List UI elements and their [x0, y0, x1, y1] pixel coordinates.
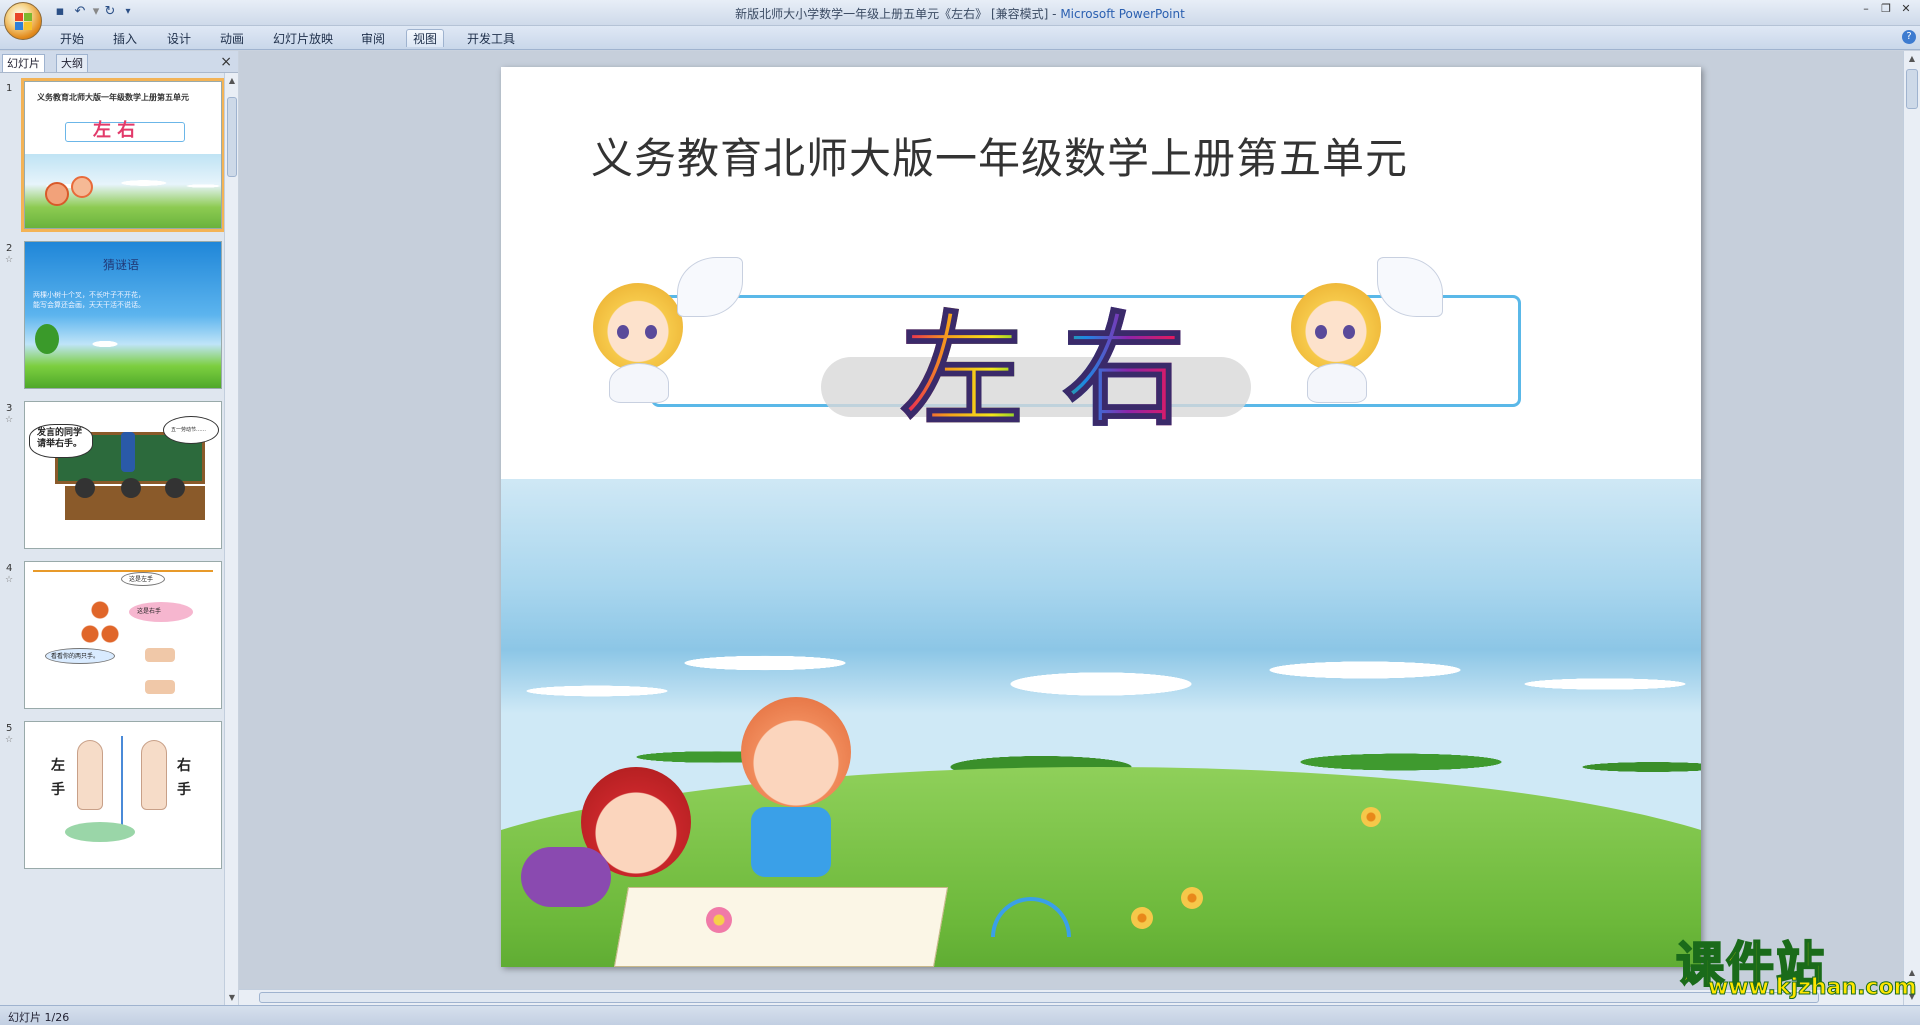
- thumbnail-bubble-2: 五一劳动节……: [171, 427, 207, 433]
- girl-dress: [521, 847, 611, 907]
- animation-star-icon: ☆: [5, 255, 14, 265]
- tab-slides[interactable]: 幻灯片: [2, 54, 45, 72]
- current-slide[interactable]: 义务教育北师大版一年级数学上册第五单元 左右: [501, 67, 1701, 967]
- scroll-up-icon[interactable]: ▲: [1907, 53, 1917, 65]
- animation-star-icon: ☆: [5, 415, 14, 425]
- thumbnail-left-label: 左手: [51, 758, 65, 798]
- angel-right-image: [1287, 277, 1387, 403]
- flower-icon: [1131, 907, 1153, 929]
- flower-icon: [706, 907, 732, 933]
- thumbnail-riddle-line2: 能写会算还会画，天天干活不说话。: [33, 301, 145, 309]
- scroll-thumb[interactable]: [259, 992, 1819, 1003]
- slide-thumbnail[interactable]: 义务教育北师大版一年级数学上册第五单元 左 右: [21, 78, 224, 232]
- thumbnail-right-label: 右手: [177, 758, 191, 798]
- thumbnail-bubble-2: 这是右手: [137, 608, 162, 615]
- scroll-up-icon[interactable]: ▲: [227, 75, 237, 87]
- app-name: Microsoft PowerPoint: [1060, 7, 1185, 21]
- tab-design[interactable]: 设计: [161, 30, 197, 48]
- tab-outline[interactable]: 大纲: [56, 54, 88, 72]
- thumbnail-heading: 义务教育北师大版一年级数学上册第五单元: [37, 93, 189, 102]
- scroll-thumb[interactable]: [227, 97, 237, 177]
- slide-thumbnail[interactable]: 发言的同学请举右手。 五一劳动节……: [24, 401, 222, 549]
- slide-editing-area: 义务教育北师大版一年级数学上册第五单元 左右: [239, 51, 1903, 991]
- status-bar: 幻灯片 1/26: [0, 1005, 1920, 1025]
- thumbnail-list: 1 义务教育北师大版一年级数学上册第五单元 左 右 2 ☆ 猜谜语 两棵小树十个…: [0, 73, 224, 1006]
- boy-illustration: [741, 697, 851, 807]
- slide-number: 5: [6, 723, 13, 734]
- slide-title-word[interactable]: 左右: [900, 272, 1225, 449]
- angel-left-image: [589, 277, 689, 403]
- thumbnail-bubble-1: 这是左手: [129, 576, 154, 583]
- slide-number: 1: [6, 83, 13, 94]
- vertical-scrollbar[interactable]: ▲ ▲ ▼ ▼: [1903, 51, 1920, 1005]
- tab-view[interactable]: 视图: [406, 29, 445, 47]
- slide-number: 4: [6, 563, 13, 574]
- window-title: 新版北师大小学数学一年级上册五单元《左右》 [兼容模式] - Microsoft…: [0, 5, 1920, 22]
- slide-thumbnail-row[interactable]: 5 ☆ 左手 右手: [0, 721, 224, 881]
- slide-number: 2: [6, 243, 13, 254]
- office-button[interactable]: [4, 2, 42, 40]
- thumbnail-riddle-line1: 两棵小树十个叉，不长叶子不开花，: [33, 291, 145, 299]
- open-book-illustration: [613, 887, 949, 967]
- thumbnail-title: 左 右: [93, 120, 136, 141]
- flower-icon: [1361, 807, 1381, 827]
- slides-pane: 幻灯片 大纲 × 1 义务教育北师大版一年级数学上册第五单元 左 右 2 ☆ 猜…: [0, 51, 238, 1006]
- ribbon-tab-bar: 开始 插入 设计 动画 幻灯片放映 审阅 视图 开发工具 ?: [0, 26, 1920, 50]
- title-bar: ▪ ↶ ▾ ↻ ▾ 新版北师大小学数学一年级上册五单元《左右》 [兼容模式] -…: [0, 0, 1920, 40]
- horizontal-scrollbar[interactable]: [239, 989, 1903, 1005]
- slide-thumbnail[interactable]: 这是左手 这是右手 看看你的两只手。: [24, 561, 222, 709]
- pane-tabs: 幻灯片 大纲 ×: [0, 51, 238, 73]
- close-pane-icon[interactable]: ×: [220, 54, 232, 70]
- slide-indicator: 幻灯片 1/26: [8, 1011, 70, 1024]
- slide-thumbnail-row[interactable]: 2 ☆ 猜谜语 两棵小树十个叉，不长叶子不开花， 能写会算还会画，天天干活不说话…: [0, 241, 224, 401]
- slide-number: 3: [6, 403, 13, 414]
- thumbnail-heading: 猜谜语: [103, 258, 140, 272]
- slide-thumbnail[interactable]: 左手 右手: [24, 721, 222, 869]
- animation-star-icon: ☆: [5, 575, 14, 585]
- close-button[interactable]: ✕: [1896, 2, 1916, 18]
- tab-slide-show[interactable]: 幻灯片放映: [267, 30, 339, 48]
- slide-thumbnail-row[interactable]: 4 ☆ 这是左手 这是右手 看看你的两只手。: [0, 561, 224, 721]
- office-logo-icon: [15, 13, 33, 31]
- scroll-down-icon[interactable]: ▼: [227, 992, 237, 1004]
- minimize-button[interactable]: –: [1856, 2, 1876, 18]
- watermark-url: www.kjzhan.com: [1708, 975, 1918, 1001]
- tab-review[interactable]: 审阅: [355, 30, 391, 48]
- thumbnail-bubble-1: 发言的同学请举右手。: [37, 428, 83, 449]
- thumbnail-bubble-3: 看看你的两只手。: [51, 653, 100, 660]
- flower-icon: [1181, 887, 1203, 909]
- slide-thumbnail-row[interactable]: 3 ☆ 发言的同学请举右手。 五一劳动节……: [0, 401, 224, 561]
- tab-animations[interactable]: 动画: [214, 30, 250, 48]
- animation-star-icon: ☆: [5, 735, 14, 745]
- slide-thumbnail[interactable]: 猜谜语 两棵小树十个叉，不长叶子不开花， 能写会算还会画，天天干活不说话。: [24, 241, 222, 389]
- tab-insert[interactable]: 插入: [107, 30, 143, 48]
- restore-button[interactable]: ❐: [1876, 2, 1896, 18]
- slide-thumbnail-row[interactable]: 1 义务教育北师大版一年级数学上册第五单元 左 右: [0, 78, 224, 241]
- boy-shirt: [751, 807, 831, 877]
- document-title: 新版北师大小学数学一年级上册五单元《左右》 [兼容模式] -: [735, 7, 1061, 21]
- scroll-thumb[interactable]: [1906, 69, 1918, 109]
- slide-heading[interactable]: 义务教育北师大版一年级数学上册第五单元: [591, 125, 1408, 186]
- tab-home[interactable]: 开始: [54, 30, 90, 48]
- help-icon[interactable]: ?: [1902, 30, 1916, 44]
- thumbnail-scrollbar[interactable]: ▲ ▼: [224, 73, 238, 1006]
- tab-developer[interactable]: 开发工具: [461, 30, 521, 48]
